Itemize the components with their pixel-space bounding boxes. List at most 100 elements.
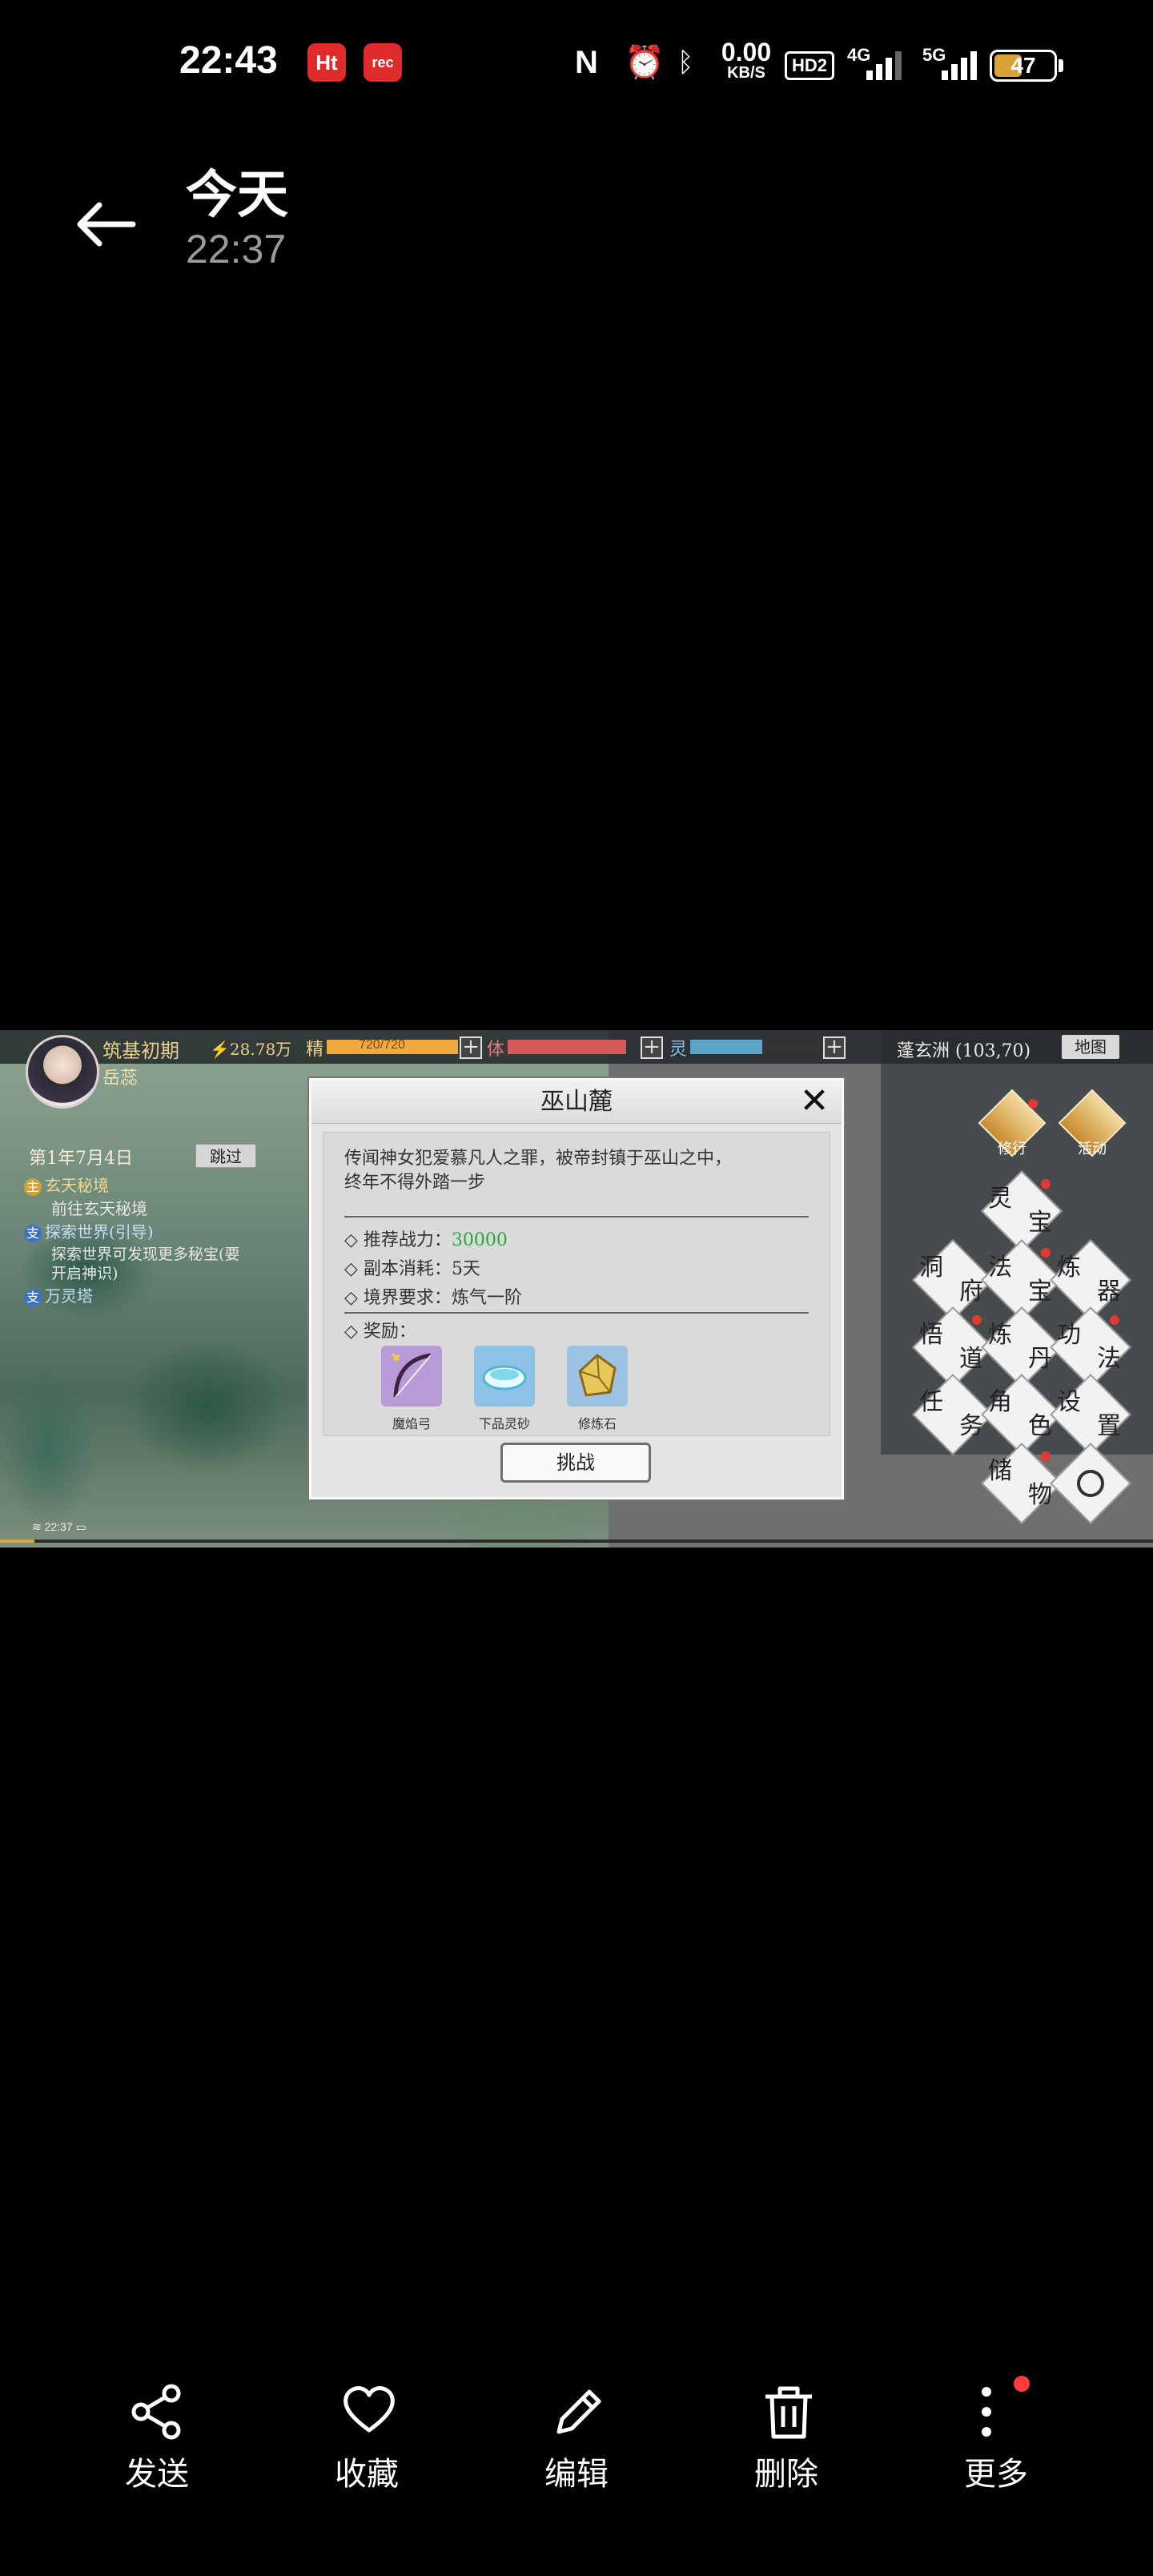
- edit-button[interactable]: 编辑: [520, 2368, 633, 2504]
- quest-detail: 前往玄天秘境: [51, 1199, 147, 1218]
- ling-plus-button[interactable]: +: [823, 1036, 846, 1059]
- quest-item[interactable]: 主玄天秘境 前往玄天秘境: [24, 1173, 272, 1219]
- notification-dot: [1110, 1315, 1119, 1325]
- quest-title: 探索世界(引导): [45, 1222, 154, 1242]
- ling-label: 灵: [669, 1040, 688, 1060]
- quest-detail: 探索世界可发现更多秘宝(要开启神识): [51, 1246, 240, 1282]
- sim1-signal-icon: 4G: [847, 45, 902, 80]
- map-button[interactable]: 地图: [1062, 1035, 1119, 1059]
- realm-value: 炼气一阶: [451, 1288, 522, 1308]
- reward-item[interactable]: [567, 1346, 628, 1407]
- ling-bar: [690, 1040, 822, 1054]
- quest-tag: 支: [24, 1289, 42, 1306]
- challenge-button[interactable]: 挑战: [500, 1443, 651, 1483]
- game-clock: ≋ 22:37 ▭: [32, 1520, 86, 1534]
- status-bar: 22:43 Ht rec N ⏰ ᛒ 0.00 KB/S HD2 4G 5G 4…: [0, 0, 1153, 128]
- power-label: 推荐战力：: [363, 1230, 452, 1250]
- ling-bar-fill: [690, 1040, 763, 1054]
- jing-plus-button[interactable]: +: [460, 1036, 482, 1059]
- reward-item[interactable]: [474, 1346, 535, 1407]
- power-value: ⚡28.78万: [210, 1040, 292, 1059]
- trash-icon: [765, 2386, 812, 2439]
- notification-dot: [1028, 1099, 1038, 1109]
- battery-level: 47: [1010, 53, 1036, 78]
- share-button[interactable]: 发送: [101, 2368, 213, 2504]
- cultivate-label: 修行: [998, 1141, 1026, 1157]
- quest-item[interactable]: 支万灵塔: [24, 1283, 272, 1309]
- favorite-label: 收藏: [335, 2456, 399, 2493]
- character-avatar[interactable]: [26, 1035, 99, 1109]
- favorite-button[interactable]: 收藏: [311, 2368, 423, 2504]
- notification-dot: [1041, 1248, 1051, 1258]
- reward-item[interactable]: [381, 1346, 442, 1407]
- realm-requirement-row: ◇ 境界要求：炼气一阶: [344, 1288, 522, 1308]
- quest-title: 玄天秘境: [45, 1176, 109, 1195]
- quest-title: 万灵塔: [45, 1286, 93, 1306]
- battery-icon: ▭: [75, 1520, 86, 1533]
- bow-icon: [391, 1352, 432, 1398]
- game-date: 第1年7月4日: [29, 1149, 133, 1169]
- hd-voice-icon: HD2: [785, 51, 835, 80]
- jing-bar: 720/720: [327, 1038, 458, 1054]
- screenshot-image[interactable]: 筑基初期 ⚡28.78万 岳蕊 精 720/720 + 体 + 灵 + 蓬玄洲 …: [0, 1030, 1153, 1548]
- close-icon[interactable]: ✕: [798, 1084, 830, 1119]
- ti-bar-fill: [508, 1040, 626, 1054]
- ti-bar: [508, 1040, 626, 1054]
- circle-icon: [1077, 1470, 1104, 1497]
- divider: [344, 1216, 809, 1218]
- wifi-icon: ≋: [32, 1520, 42, 1533]
- recommended-power-row: ◇ 推荐战力：30000: [344, 1230, 508, 1250]
- reward-name: 修炼石: [577, 1416, 617, 1431]
- page-title: 今天: [186, 166, 288, 225]
- cost-value: 5天: [451, 1259, 480, 1279]
- dialog-title: 巫山麓: [311, 1081, 842, 1124]
- ti-plus-button[interactable]: +: [641, 1036, 663, 1059]
- heart-icon: [343, 2386, 395, 2433]
- bluetooth-icon: ᛒ: [677, 46, 694, 78]
- menu-item-label: 炼器: [1057, 1254, 1124, 1306]
- menu-item-label: 设置: [1057, 1388, 1124, 1440]
- dungeon-dialog: 巫山麓 ✕ 传闻神女犯爱慕凡人之罪，被帝封镇于巫山之中， 终年不得外踏一步 ◇ …: [309, 1078, 844, 1499]
- pencil-icon: [556, 2389, 601, 2434]
- location-label: 蓬玄洲 (103,70): [897, 1041, 1031, 1061]
- menu-item-label: 灵宝: [988, 1185, 1055, 1237]
- dialog-body: 传闻神女犯爱慕凡人之罪，被帝封镇于巫山之中， 终年不得外踏一步 ◇ 推荐战力：3…: [323, 1132, 830, 1436]
- reward-name: 魔焰弓: [392, 1416, 431, 1431]
- dialog-description-line2: 终年不得外踏一步: [344, 1173, 486, 1193]
- realm-label: 筑基初期: [102, 1040, 179, 1062]
- reward-label: 奖励：: [363, 1322, 416, 1342]
- battery-icon: 47: [990, 50, 1057, 82]
- alarm-icon: ⏰: [625, 44, 665, 81]
- screen-record-icon: rec: [364, 43, 402, 82]
- quest-list: 主玄天秘境 前往玄天秘境 支探索世界(引导) 探索世界可发现更多秘宝(要开启神识…: [24, 1173, 272, 1309]
- more-button[interactable]: 更多: [940, 2368, 1052, 2504]
- network-speed: 0.00 KB/S: [714, 39, 778, 83]
- share-label: 发送: [125, 2456, 189, 2493]
- status-time: 22:43: [179, 39, 278, 82]
- skip-button[interactable]: 跳过: [195, 1144, 256, 1168]
- nfc-icon: N: [575, 45, 598, 80]
- more-label: 更多: [964, 2456, 1028, 2493]
- activity-label: 活动: [1078, 1141, 1107, 1157]
- game-clock-text: 22:37: [44, 1520, 73, 1533]
- power-number: 28.78万: [229, 1040, 292, 1059]
- cost-label: 副本消耗：: [363, 1259, 452, 1279]
- page-subtitle: 22:37: [186, 227, 287, 272]
- quest-item[interactable]: 支探索世界(引导) 探索世界可发现更多秘宝(要开启神识): [24, 1219, 272, 1283]
- divider: [344, 1312, 809, 1314]
- notification-dot: [972, 1315, 982, 1325]
- battery-cap: [1059, 59, 1063, 72]
- sand-icon: [482, 1365, 527, 1391]
- menu-item-label: 功法: [1057, 1321, 1124, 1373]
- app-notification-icon: Ht: [307, 43, 346, 82]
- quest-tag: 支: [24, 1225, 42, 1242]
- back-button[interactable]: [67, 186, 144, 263]
- share-icon: [131, 2384, 181, 2440]
- reward-name: 下品灵砂: [478, 1416, 530, 1431]
- progress-fill: [0, 1540, 35, 1543]
- jing-label: 精: [306, 1040, 324, 1060]
- delete-button[interactable]: 删除: [730, 2368, 842, 2504]
- notification-dot: [1041, 1451, 1051, 1461]
- character-name: 岳蕊: [102, 1069, 139, 1089]
- stone-icon: [578, 1354, 617, 1397]
